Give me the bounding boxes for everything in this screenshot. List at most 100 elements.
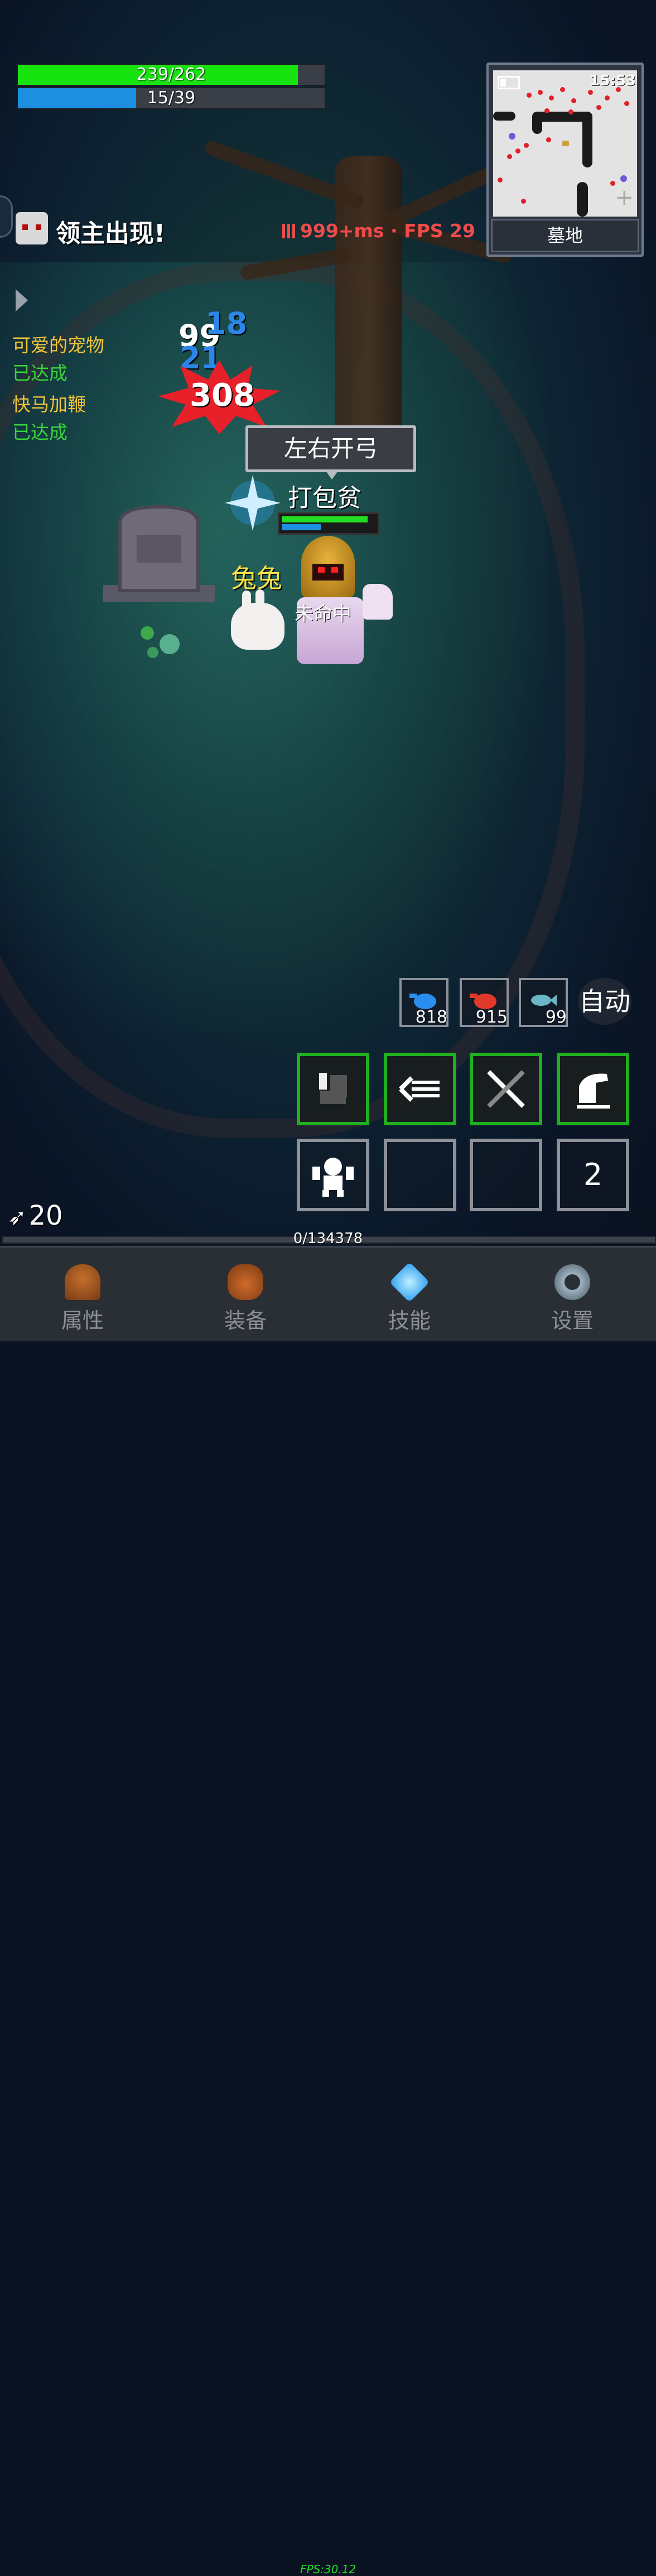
enemy-dot <box>527 93 532 98</box>
helmet-visor <box>312 564 344 581</box>
skill-count: 2 <box>583 1157 603 1192</box>
enemy-dot <box>596 105 601 110</box>
map-wall <box>582 112 592 167</box>
expand-arrow-icon[interactable] <box>16 289 28 311</box>
item-slot-blue-potion[interactable]: 818 <box>399 978 448 1027</box>
skill-slot-arrow-volley[interactable] <box>384 1053 456 1125</box>
tombstone <box>103 505 215 602</box>
crit-damage-number: 308 <box>190 377 255 414</box>
map-wall <box>577 182 588 217</box>
eye-icon <box>331 567 338 573</box>
summon-skill-icon <box>312 1158 354 1197</box>
enemy-dot <box>544 108 549 113</box>
bag-icon <box>228 1264 263 1300</box>
enemy-dot <box>521 199 526 204</box>
arrow-volley-skill-icon <box>399 1076 440 1102</box>
enemy-dot <box>507 154 512 159</box>
item-slot-fish[interactable]: 99 <box>519 978 568 1027</box>
item-count: 915 <box>475 1008 508 1027</box>
signal-icon <box>282 224 296 238</box>
auto-button[interactable]: 自动 <box>578 978 631 1025</box>
crossed-swords-skill-icon <box>487 1070 525 1108</box>
damage-number: 18 <box>205 306 248 341</box>
pet-name: 兔兔 <box>231 563 282 593</box>
minimap[interactable]: 15:53 + 墓地 <box>486 63 644 257</box>
gem-icon <box>389 1261 430 1303</box>
skill-slot-fist[interactable] <box>297 1053 369 1125</box>
network-status: 999+ms · FPS 29 <box>282 220 475 242</box>
mp-bar: 15/39 <box>17 87 326 109</box>
skill-slot-count[interactable]: 2 <box>557 1139 629 1211</box>
player-hp-fill <box>282 516 368 522</box>
map-wall <box>493 112 515 121</box>
boss-skull-icon <box>16 212 48 244</box>
zoom-plus-icon[interactable]: + <box>615 186 634 209</box>
horse-skill-icon <box>577 1073 610 1109</box>
enemy-dot <box>515 148 520 153</box>
enemy-dot <box>546 137 551 142</box>
skill-slot-empty[interactable] <box>384 1139 456 1211</box>
enemy-dot <box>568 109 573 114</box>
nav-equipment[interactable]: 装备 <box>190 1248 301 1341</box>
map-wall <box>532 112 542 134</box>
enemy-dot <box>571 98 576 103</box>
eye-icon <box>318 567 325 573</box>
location-label: 墓地 <box>491 219 639 252</box>
arrow-icon: ➶ <box>8 1205 27 1230</box>
player-health-bar <box>278 512 379 535</box>
magic-spark <box>225 475 281 531</box>
fish-icon <box>531 995 557 1006</box>
player-marker <box>562 141 569 146</box>
enemy-dot <box>605 95 610 100</box>
enemy-dot <box>588 90 593 95</box>
skill-slot-empty[interactable] <box>470 1139 542 1211</box>
nav-settings[interactable]: 设置 <box>517 1248 628 1341</box>
fps-footer: FPS:30.12 <box>300 2563 356 2576</box>
horse-head <box>363 584 393 620</box>
plant-sprite <box>141 626 180 658</box>
item-slot-red-potion[interactable]: 915 <box>460 978 509 1027</box>
battery-icon <box>498 76 520 89</box>
minimap-clock: 15:53 <box>590 73 636 89</box>
arrow-count: 20 <box>28 1200 63 1231</box>
mp-text: 15/39 <box>147 88 196 108</box>
enemy-dot <box>624 101 629 106</box>
nav-label: 设置 <box>551 1308 594 1333</box>
enemy-dot <box>498 178 503 183</box>
fist-skill-icon <box>319 1073 347 1104</box>
bottom-nav: 属性 装备 技能 设置 FPS:30.12 <box>0 1246 656 2576</box>
quest-name[interactable]: 可爱的宠物 <box>12 330 104 357</box>
quest-name[interactable]: 快马加鞭 <box>12 390 86 416</box>
skill-slot-horse[interactable] <box>557 1053 629 1125</box>
boss-alert: 领主出现! <box>56 219 166 248</box>
quest-status: 已达成 <box>12 421 67 443</box>
gear-icon <box>554 1264 590 1300</box>
ping-fps-text: 999+ms · FPS 29 <box>300 220 475 242</box>
enemy-dot <box>560 87 565 92</box>
helmet-icon <box>65 1264 100 1300</box>
hp-bar: 239/262 <box>17 64 326 86</box>
nav-label: 技能 <box>388 1308 431 1333</box>
nav-skills[interactable]: 技能 <box>354 1248 465 1341</box>
quest-status: 已达成 <box>12 362 67 384</box>
hp-text: 239/262 <box>136 65 206 84</box>
blue-potion-icon <box>409 994 436 1009</box>
portal-dot <box>509 133 515 140</box>
xp-text: 0/134378 <box>293 1230 363 1247</box>
nav-attributes[interactable]: 属性 <box>27 1248 138 1341</box>
item-count: 99 <box>545 1008 567 1027</box>
rabbit-pet[interactable] <box>231 589 284 650</box>
player-name: 打包贫 <box>288 484 361 512</box>
enemy-dot <box>524 143 529 148</box>
arrow-counter: ➶20 <box>8 1200 63 1231</box>
miss-status: 未命中 <box>295 603 351 625</box>
item-count: 818 <box>415 1008 447 1027</box>
skill-slot-swords[interactable] <box>470 1053 542 1125</box>
side-drawer-tab[interactable] <box>0 195 13 238</box>
nav-label: 装备 <box>224 1308 267 1333</box>
skill-speech-bubble: 左右开弓 <box>245 425 416 479</box>
nav-label: 属性 <box>61 1308 104 1333</box>
enemy-dot <box>549 95 554 100</box>
skill-slot-summon[interactable] <box>297 1139 369 1211</box>
portal-dot <box>620 175 627 182</box>
